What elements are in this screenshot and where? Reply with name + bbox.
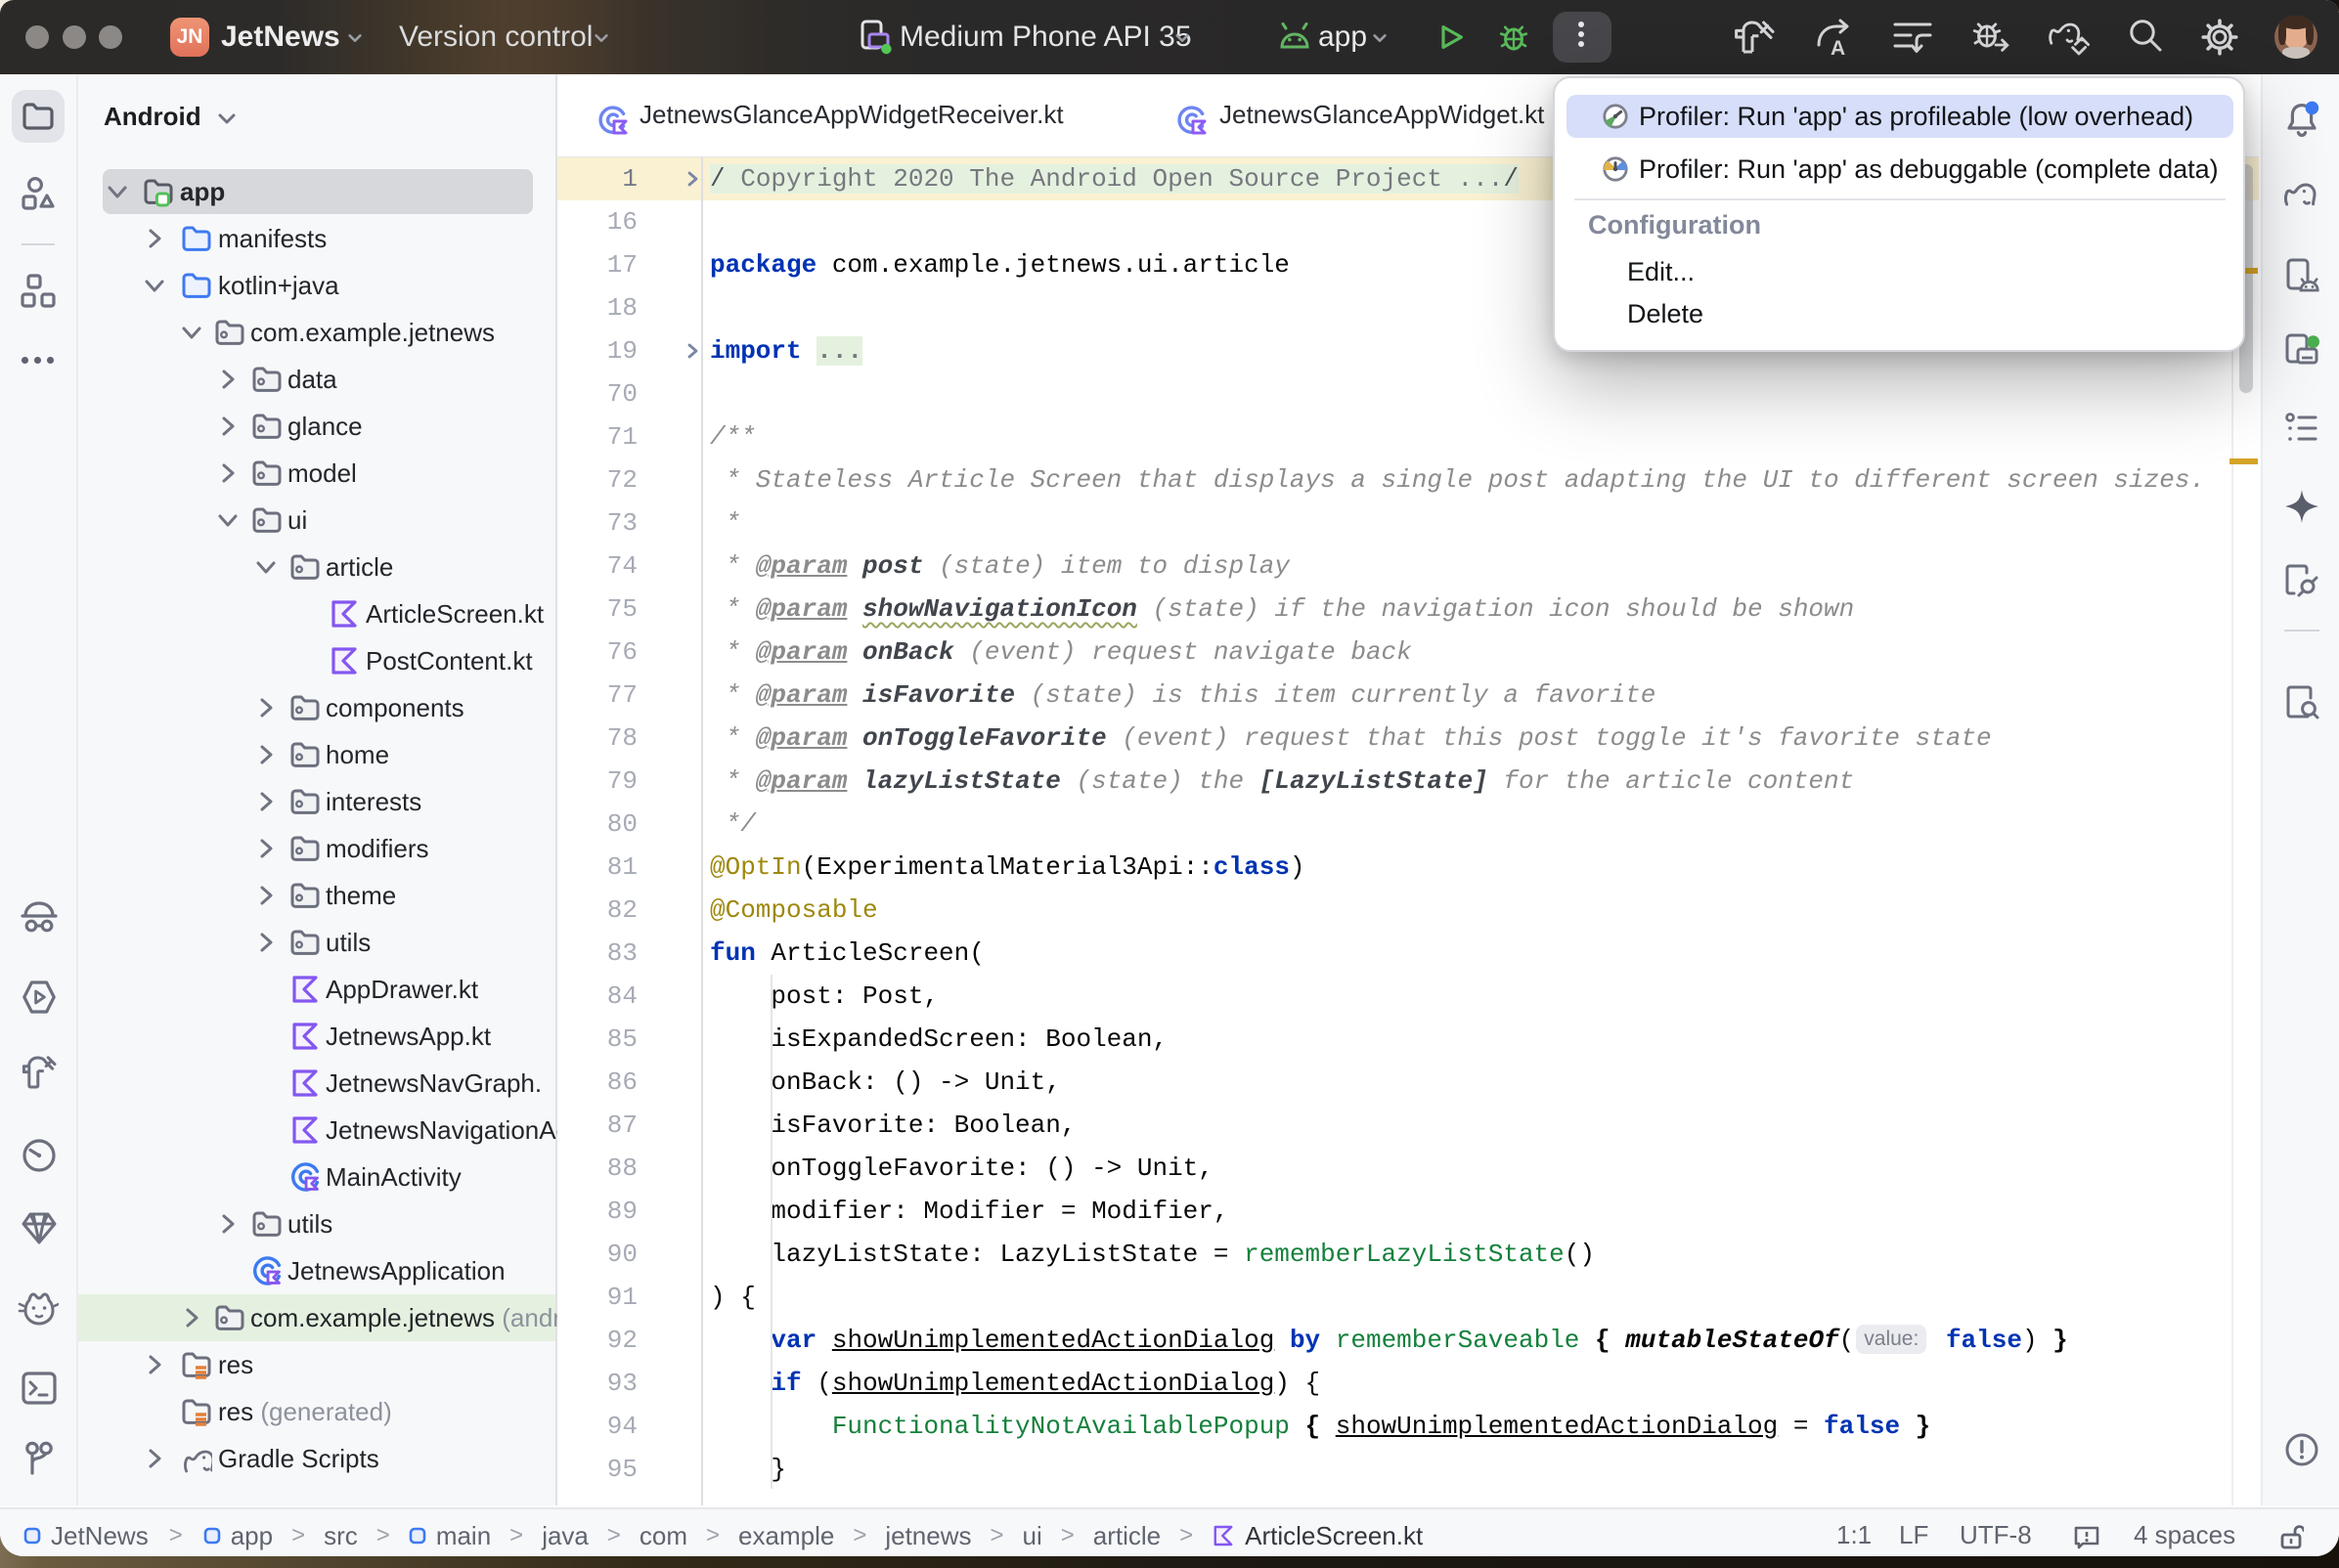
svg-text:A: A xyxy=(1831,37,1845,59)
